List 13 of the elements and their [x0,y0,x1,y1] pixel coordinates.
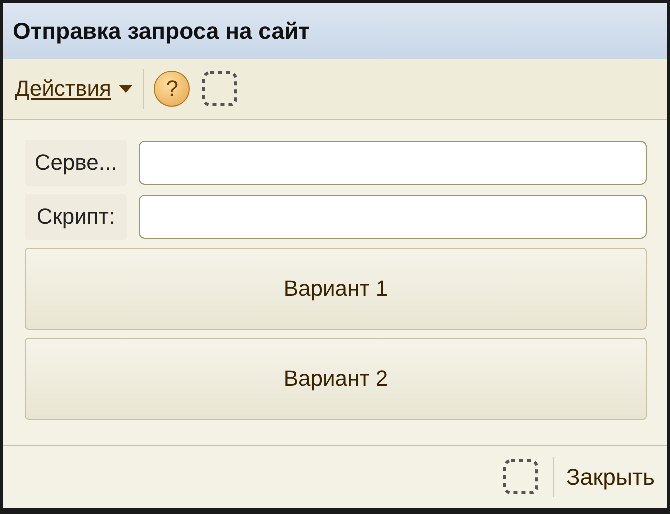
dotted-frame-icon[interactable] [200,69,240,109]
option-button[interactable]: Вариант 2 [25,338,647,420]
help-button[interactable]: ? [154,71,190,107]
field-label: Серве... [25,140,127,186]
option-button[interactable]: Вариант 1 [25,248,647,330]
input-field[interactable] [139,195,647,239]
close-button[interactable]: Закрыть [566,464,655,490]
input-field[interactable] [139,141,647,185]
window-title: Отправка запроса на сайт [3,3,667,59]
field-label: Скрипт: [25,194,127,240]
dotted-frame-icon[interactable] [501,457,542,497]
caret-icon [119,85,134,93]
actions-menu[interactable]: Действия [15,76,134,102]
